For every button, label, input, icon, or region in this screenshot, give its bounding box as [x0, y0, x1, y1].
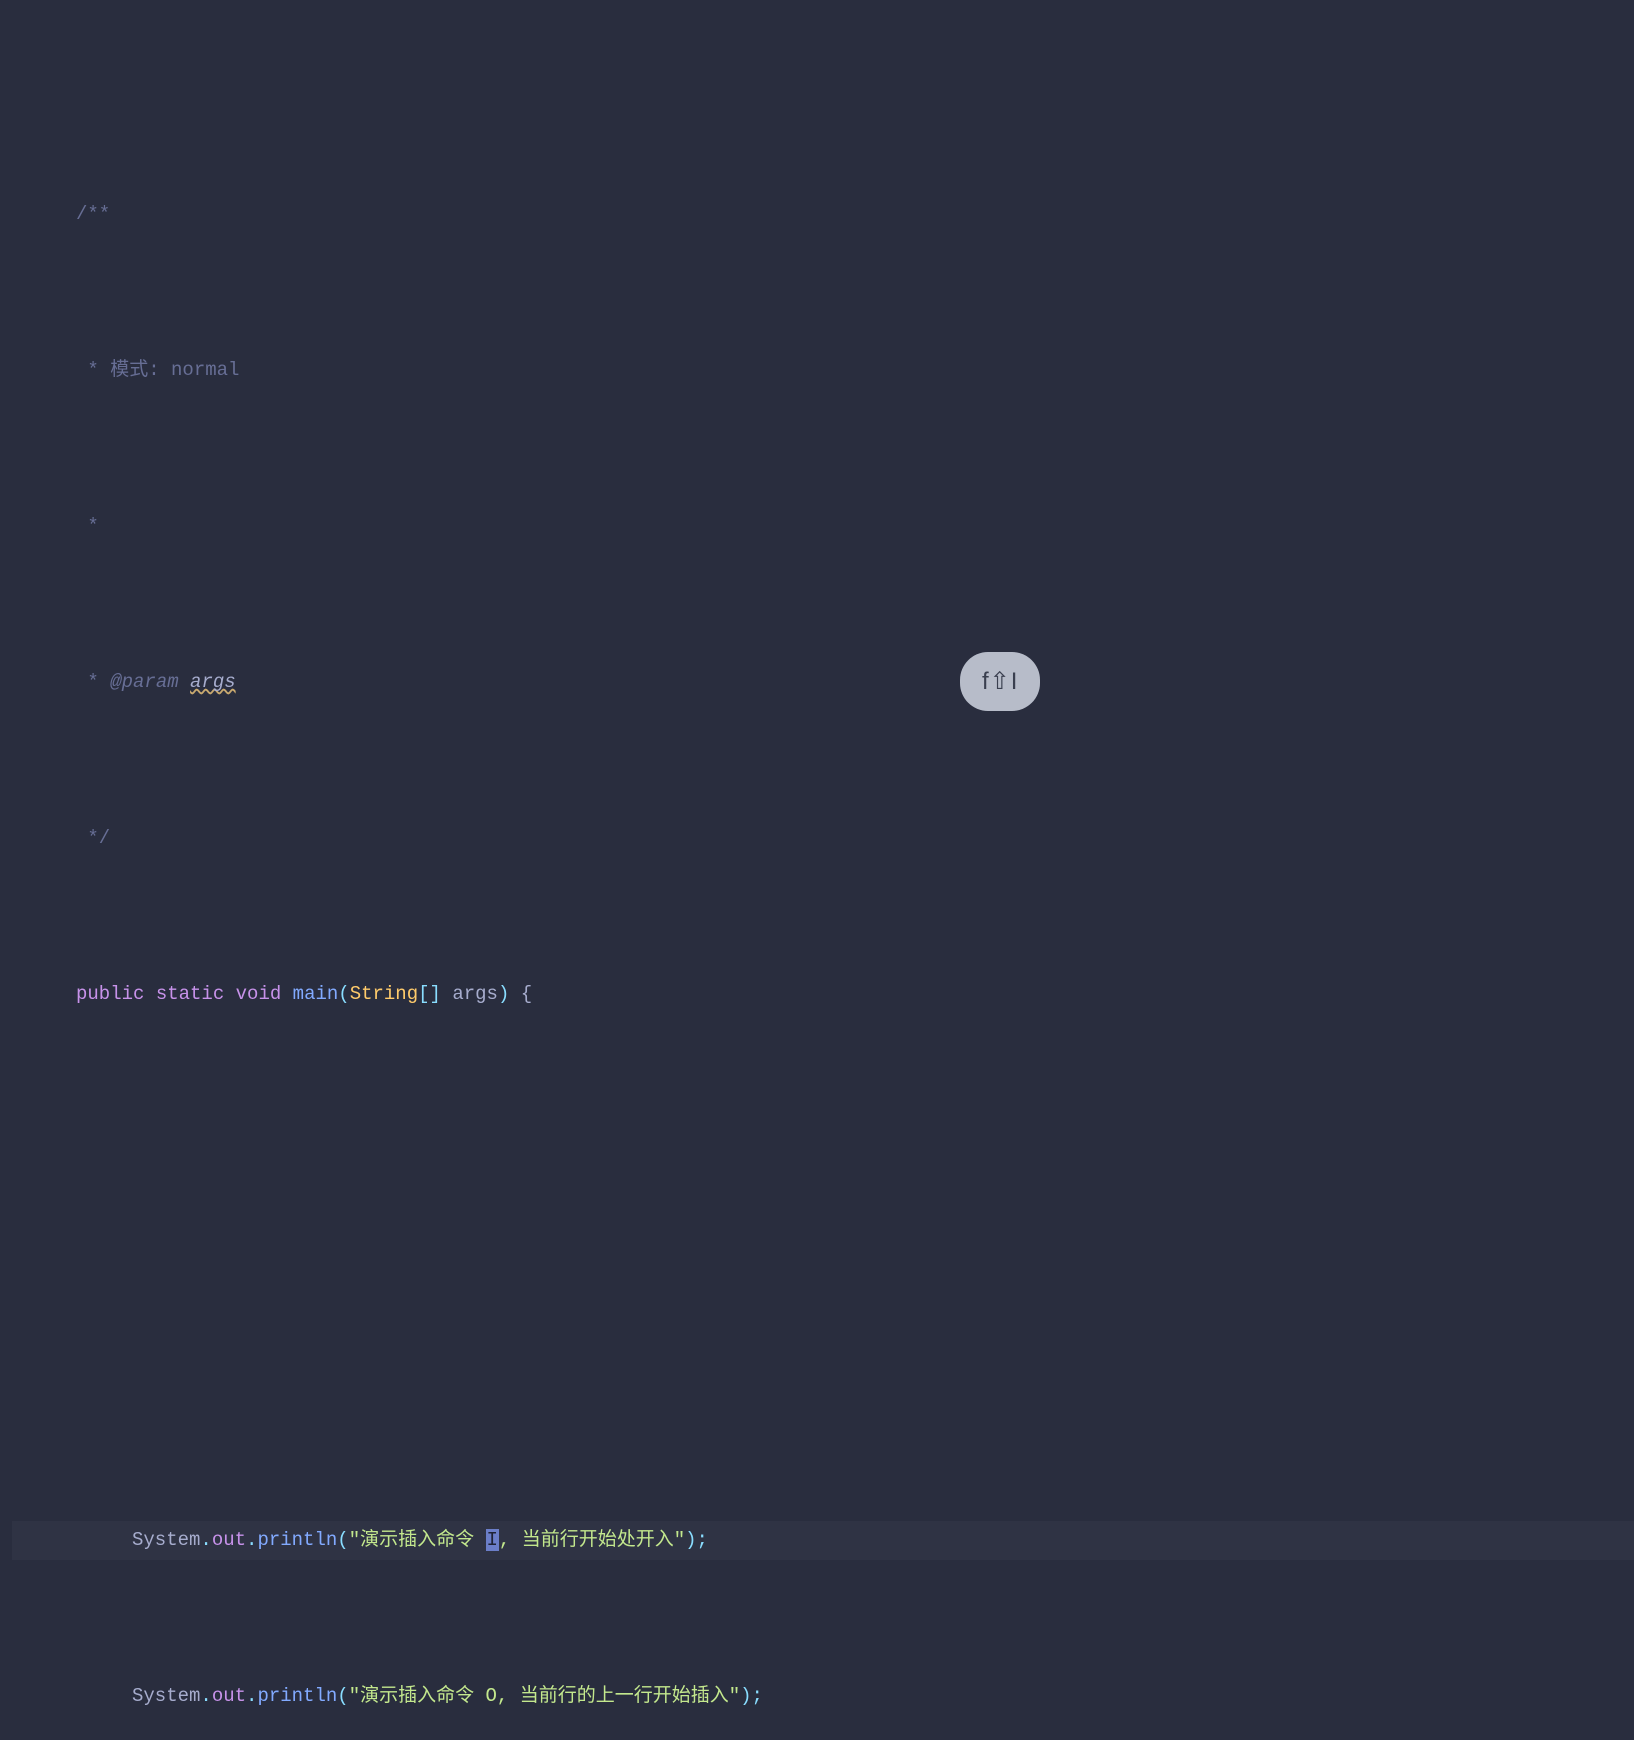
keycast-text: f⇧I [982, 662, 1018, 701]
field-out: out [212, 1685, 246, 1707]
javadoc-open: /** [76, 203, 110, 225]
code-line[interactable]: * @param args [12, 663, 1634, 702]
code-editor[interactable]: /** * 模式: normal * * @param args */ publ… [0, 0, 1634, 1740]
code-line-empty[interactable] [12, 1365, 1634, 1404]
rparen: ) [740, 1685, 751, 1707]
code-line-empty[interactable] [12, 1131, 1634, 1170]
string-literal: "演示插入命令 O, 当前行的上一行开始插入" [349, 1685, 740, 1707]
javadoc-blank: * [76, 515, 99, 537]
ident-system: System [132, 1685, 200, 1707]
method-main: main [293, 983, 339, 1005]
brackets: [] [418, 983, 441, 1005]
keycast-overlay: f⇧I [960, 652, 1040, 711]
rparen: ) [685, 1529, 696, 1551]
cursor: I [486, 1529, 499, 1551]
param-args: args [452, 983, 498, 1005]
string-literal: "演示插入命令 I, 当前行开始处开入" [349, 1529, 685, 1551]
lparen: ( [338, 983, 349, 1005]
dot: . [246, 1685, 257, 1707]
keyword-void: void [236, 983, 282, 1005]
open-brace: { [521, 983, 532, 1005]
code-line[interactable]: * [12, 507, 1634, 546]
type-string: String [350, 983, 418, 1005]
javadoc-close: */ [76, 827, 110, 849]
code-line[interactable]: * 模式: normal [12, 351, 1634, 390]
semicolon: ; [697, 1529, 708, 1551]
keyword-public: public [76, 983, 144, 1005]
code-line-current[interactable]: System.out.println("演示插入命令 I, 当前行开始处开入")… [12, 1521, 1634, 1560]
code-line[interactable]: System.out.println("演示插入命令 O, 当前行的上一行开始插… [12, 1677, 1634, 1716]
method-println: println [257, 1529, 337, 1551]
code-line[interactable]: */ [12, 819, 1634, 858]
code-line-empty[interactable] [12, 1248, 1634, 1287]
method-println: println [257, 1685, 337, 1707]
code-line[interactable]: public static void main(String[] args) { [12, 975, 1634, 1014]
lparen: ( [337, 1685, 348, 1707]
javadoc-param: * @param args [76, 671, 236, 693]
javadoc-line: * 模式: normal [76, 359, 239, 381]
rparen: ) [498, 983, 509, 1005]
dot: . [200, 1685, 211, 1707]
lparen: ( [337, 1529, 348, 1551]
semicolon: ; [752, 1685, 763, 1707]
dot: . [200, 1529, 211, 1551]
field-out: out [212, 1529, 246, 1551]
ident-system: System [132, 1529, 200, 1551]
dot: . [246, 1529, 257, 1551]
code-line[interactable]: /** [12, 195, 1634, 234]
keyword-static: static [156, 983, 224, 1005]
